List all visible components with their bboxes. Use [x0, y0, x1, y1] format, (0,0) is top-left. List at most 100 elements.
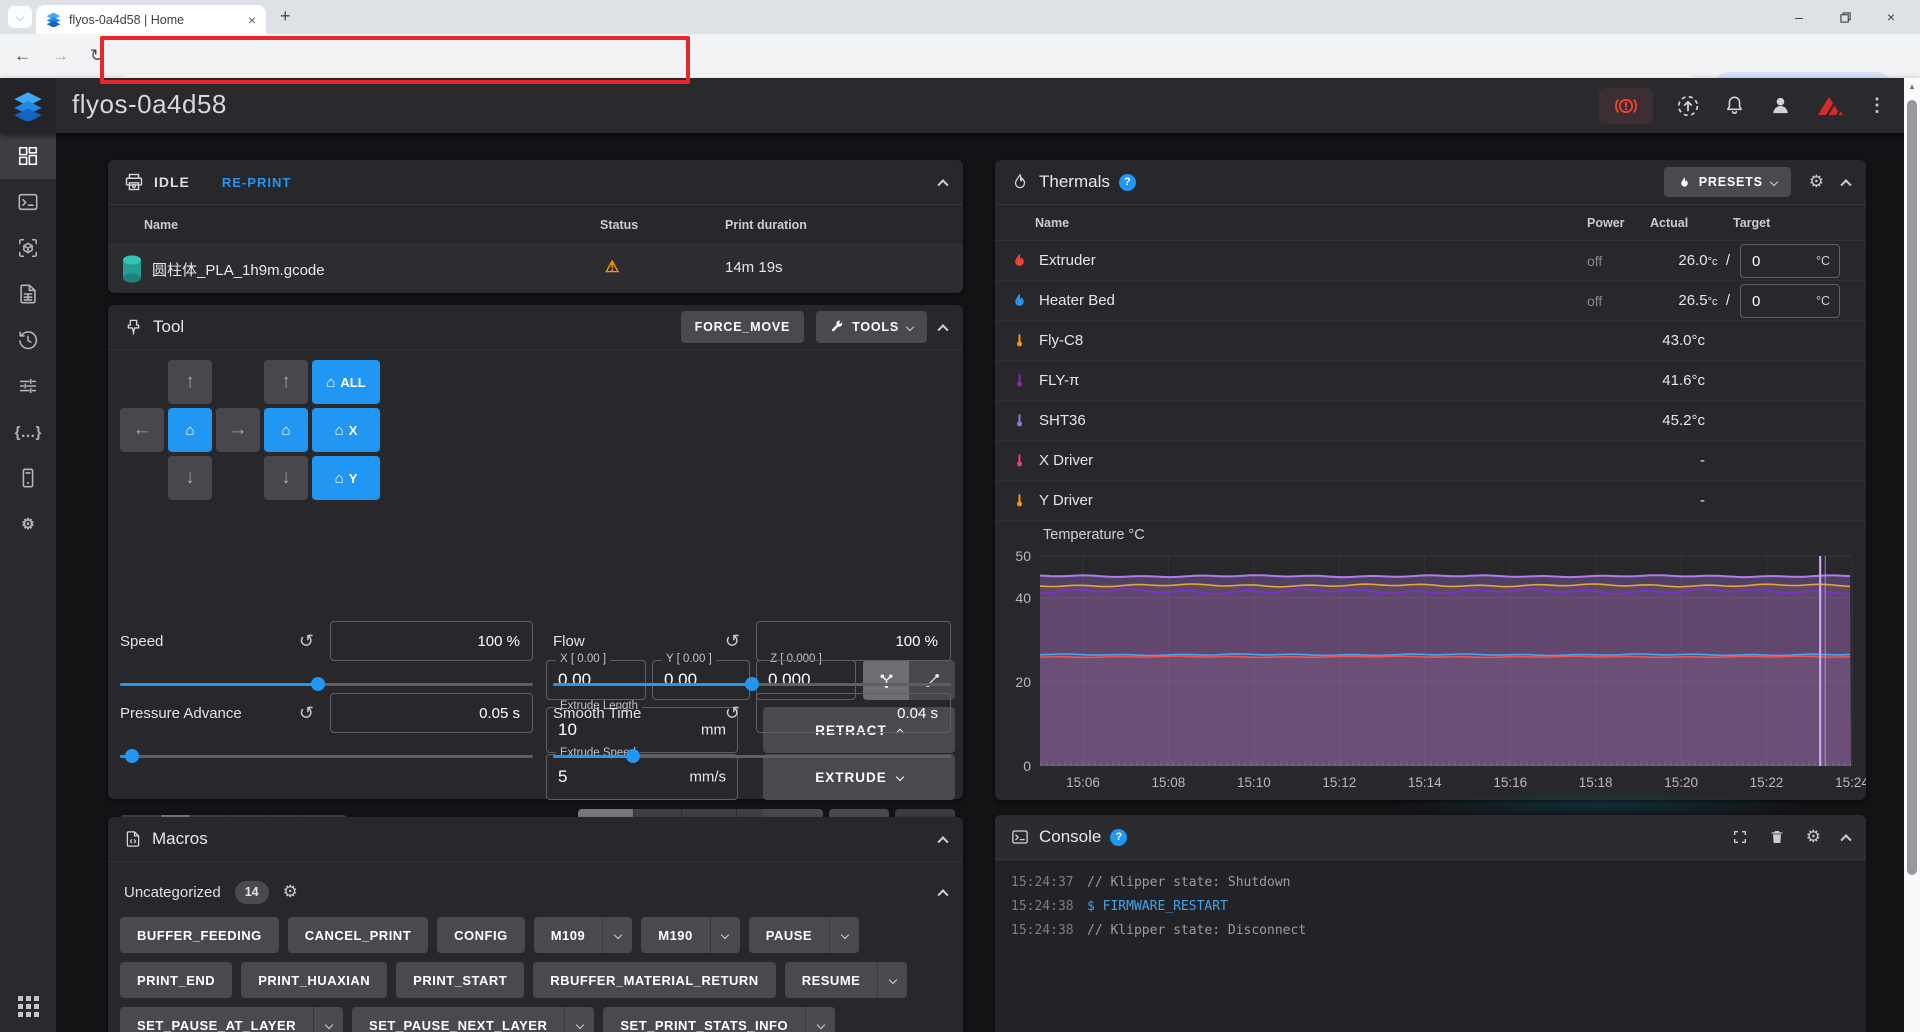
sidebar-item-console[interactable]	[0, 179, 56, 225]
macro-button-m190[interactable]: M190	[641, 917, 740, 953]
console-settings-gear-icon[interactable]: ⚙	[1806, 827, 1821, 847]
back-button[interactable]: ←	[14, 34, 31, 78]
thermal-row-sht36[interactable]: SHT3645.2°c	[995, 401, 1866, 441]
jog-z-minus[interactable]: ↓	[264, 456, 308, 500]
macro-button-config[interactable]: CONFIG	[437, 917, 525, 953]
thermal-row-extruder[interactable]: Extruderoff26.0°c /0°C	[995, 241, 1866, 281]
sidebar-item-jobs[interactable]	[0, 271, 56, 317]
emergency-stop-button[interactable]	[1599, 88, 1653, 124]
collapse-icon[interactable]	[1840, 834, 1851, 845]
slider-thumb[interactable]	[311, 677, 325, 691]
macro-param-expand[interactable]	[313, 1007, 343, 1032]
macro-button-m109[interactable]: M109	[534, 917, 633, 953]
slider[interactable]	[553, 749, 951, 763]
slider-thumb[interactable]	[125, 749, 139, 763]
collapse-icon[interactable]	[937, 889, 948, 900]
user-icon[interactable]	[1769, 94, 1792, 117]
presets-dropdown-button[interactable]: PRESETS	[1664, 167, 1791, 197]
sidebar-item-config[interactable]: {…}	[0, 409, 56, 455]
thermal-row-heater-bed[interactable]: Heater Bedoff26.5°c /0°C	[995, 281, 1866, 321]
slider-thumb[interactable]	[745, 677, 759, 691]
home-y-button[interactable]: ⌂Y	[312, 456, 380, 500]
apps-grid-icon[interactable]	[0, 986, 56, 1026]
thermal-row-y-driver[interactable]: Y Driver-	[995, 481, 1866, 521]
thermal-row-fly-π[interactable]: FLY-π41.6°c	[995, 361, 1866, 401]
help-icon[interactable]: ?	[1119, 174, 1136, 191]
force-move-button[interactable]: FORCE_MOVE	[681, 311, 805, 343]
tab-search-button[interactable]	[8, 6, 32, 28]
macro-param-expand[interactable]	[877, 962, 907, 998]
scrollbar-thumb[interactable]	[1907, 100, 1917, 875]
notifications-bell-icon[interactable]	[1723, 94, 1746, 117]
sidebar-item-dashboard[interactable]	[0, 133, 56, 179]
job-file-row[interactable]: 圆柱体_PLA_1h9m.gcode ⚠ 14m 19s	[108, 245, 963, 292]
macro-settings-gear-icon[interactable]: ⚙	[283, 882, 298, 902]
new-tab-button[interactable]: +	[280, 6, 291, 27]
jog-x-plus[interactable]: →	[216, 408, 260, 452]
collapse-icon[interactable]	[937, 324, 948, 335]
reset-icon[interactable]: ↺	[299, 703, 314, 724]
slider[interactable]	[120, 677, 533, 691]
macro-button-set_print_stats_info[interactable]: SET_PRINT_STATS_INFO	[603, 1007, 835, 1032]
macro-button-cancel_print[interactable]: CANCEL_PRINT	[288, 917, 428, 953]
sidebar-item-system[interactable]	[0, 455, 56, 501]
console-log[interactable]: 15:24:37// Klipper state: Shutdown15:24:…	[995, 861, 1866, 1032]
home-xy-button[interactable]: ⌂	[168, 408, 212, 452]
reset-icon[interactable]: ↺	[725, 703, 740, 724]
slider-value-input[interactable]: 0.04 s	[756, 693, 951, 733]
jog-y-minus[interactable]: ↓	[168, 456, 212, 500]
target-temperature-input[interactable]: 0°C	[1740, 284, 1840, 318]
sidebar-item-preview-3d[interactable]	[0, 225, 56, 271]
home-z-button[interactable]: ⌂	[264, 408, 308, 452]
slider[interactable]	[553, 677, 951, 691]
tools-dropdown-button[interactable]: TOOLS	[816, 311, 927, 343]
target-temperature-input[interactable]: 0°C	[1740, 244, 1840, 278]
trash-icon[interactable]	[1769, 829, 1785, 845]
thermal-row-fly-c8[interactable]: Fly-C843.0°c	[995, 321, 1866, 361]
slider-value-input[interactable]: 100 %	[756, 621, 951, 661]
macro-button-rbuffer_material_return[interactable]: RBUFFER_MATERIAL_RETURN	[533, 962, 775, 998]
slider-thumb[interactable]	[626, 749, 640, 763]
collapse-icon[interactable]	[1840, 179, 1851, 190]
macro-button-resume[interactable]: RESUME	[785, 962, 908, 998]
macro-button-print_start[interactable]: PRINT_START	[396, 962, 524, 998]
thermals-settings-gear-icon[interactable]: ⚙	[1809, 172, 1824, 192]
scroll-up-arrow-icon[interactable]: ▲	[1904, 82, 1920, 91]
macro-button-set_pause_next_layer[interactable]: SET_PAUSE_NEXT_LAYER	[352, 1007, 594, 1032]
page-scrollbar[interactable]: ▲	[1904, 78, 1920, 1032]
home-x-button[interactable]: ⌂X	[312, 408, 380, 452]
macro-button-set_pause_at_layer[interactable]: SET_PAUSE_AT_LAYER	[120, 1007, 343, 1032]
macro-param-expand[interactable]	[564, 1007, 594, 1032]
slider[interactable]	[120, 749, 533, 763]
temperature-chart[interactable]: Temperature °C020405015:0615:0815:1015:1…	[995, 521, 1866, 800]
macro-param-expand[interactable]	[805, 1007, 835, 1032]
tab-close-icon[interactable]: ×	[248, 13, 256, 27]
thermal-row-x-driver[interactable]: X Driver-	[995, 441, 1866, 481]
update-icon[interactable]	[1676, 94, 1700, 118]
window-restore-button[interactable]	[1822, 0, 1868, 34]
macro-button-print_huaxian[interactable]: PRINT_HUAXIAN	[241, 962, 387, 998]
collapse-icon[interactable]	[937, 179, 948, 190]
macro-category[interactable]: Uncategorized	[124, 884, 221, 901]
macro-button-print_end[interactable]: PRINT_END	[120, 962, 232, 998]
fullscreen-icon[interactable]	[1732, 829, 1748, 845]
home-all-button[interactable]: ⌂ALL	[312, 360, 380, 404]
macro-param-expand[interactable]	[602, 917, 632, 953]
jog-y-plus[interactable]: ↑	[168, 360, 212, 404]
macro-param-expand[interactable]	[829, 917, 859, 953]
reprint-button[interactable]: RE-PRINT	[222, 175, 291, 190]
slider-value-input[interactable]: 100 %	[330, 621, 533, 661]
fluidd-logo[interactable]	[0, 78, 56, 133]
sidebar-item-tune[interactable]	[0, 363, 56, 409]
help-icon[interactable]: ?	[1110, 829, 1127, 846]
macro-param-expand[interactable]	[710, 917, 740, 953]
window-minimize-button[interactable]: –	[1776, 0, 1822, 34]
window-close-button[interactable]: ×	[1868, 0, 1914, 34]
forward-button[interactable]: →	[52, 34, 69, 78]
app-menu-kebab-icon[interactable]: ⋮	[1868, 95, 1886, 116]
sidebar-item-settings[interactable]: ⚙	[0, 501, 56, 547]
macro-button-buffer_feeding[interactable]: BUFFER_FEEDING	[120, 917, 279, 953]
browser-tab[interactable]: flyos-0a4d58 | Home ×	[36, 5, 266, 34]
collapse-icon[interactable]	[937, 836, 948, 847]
jog-x-minus[interactable]: ←	[120, 408, 164, 452]
